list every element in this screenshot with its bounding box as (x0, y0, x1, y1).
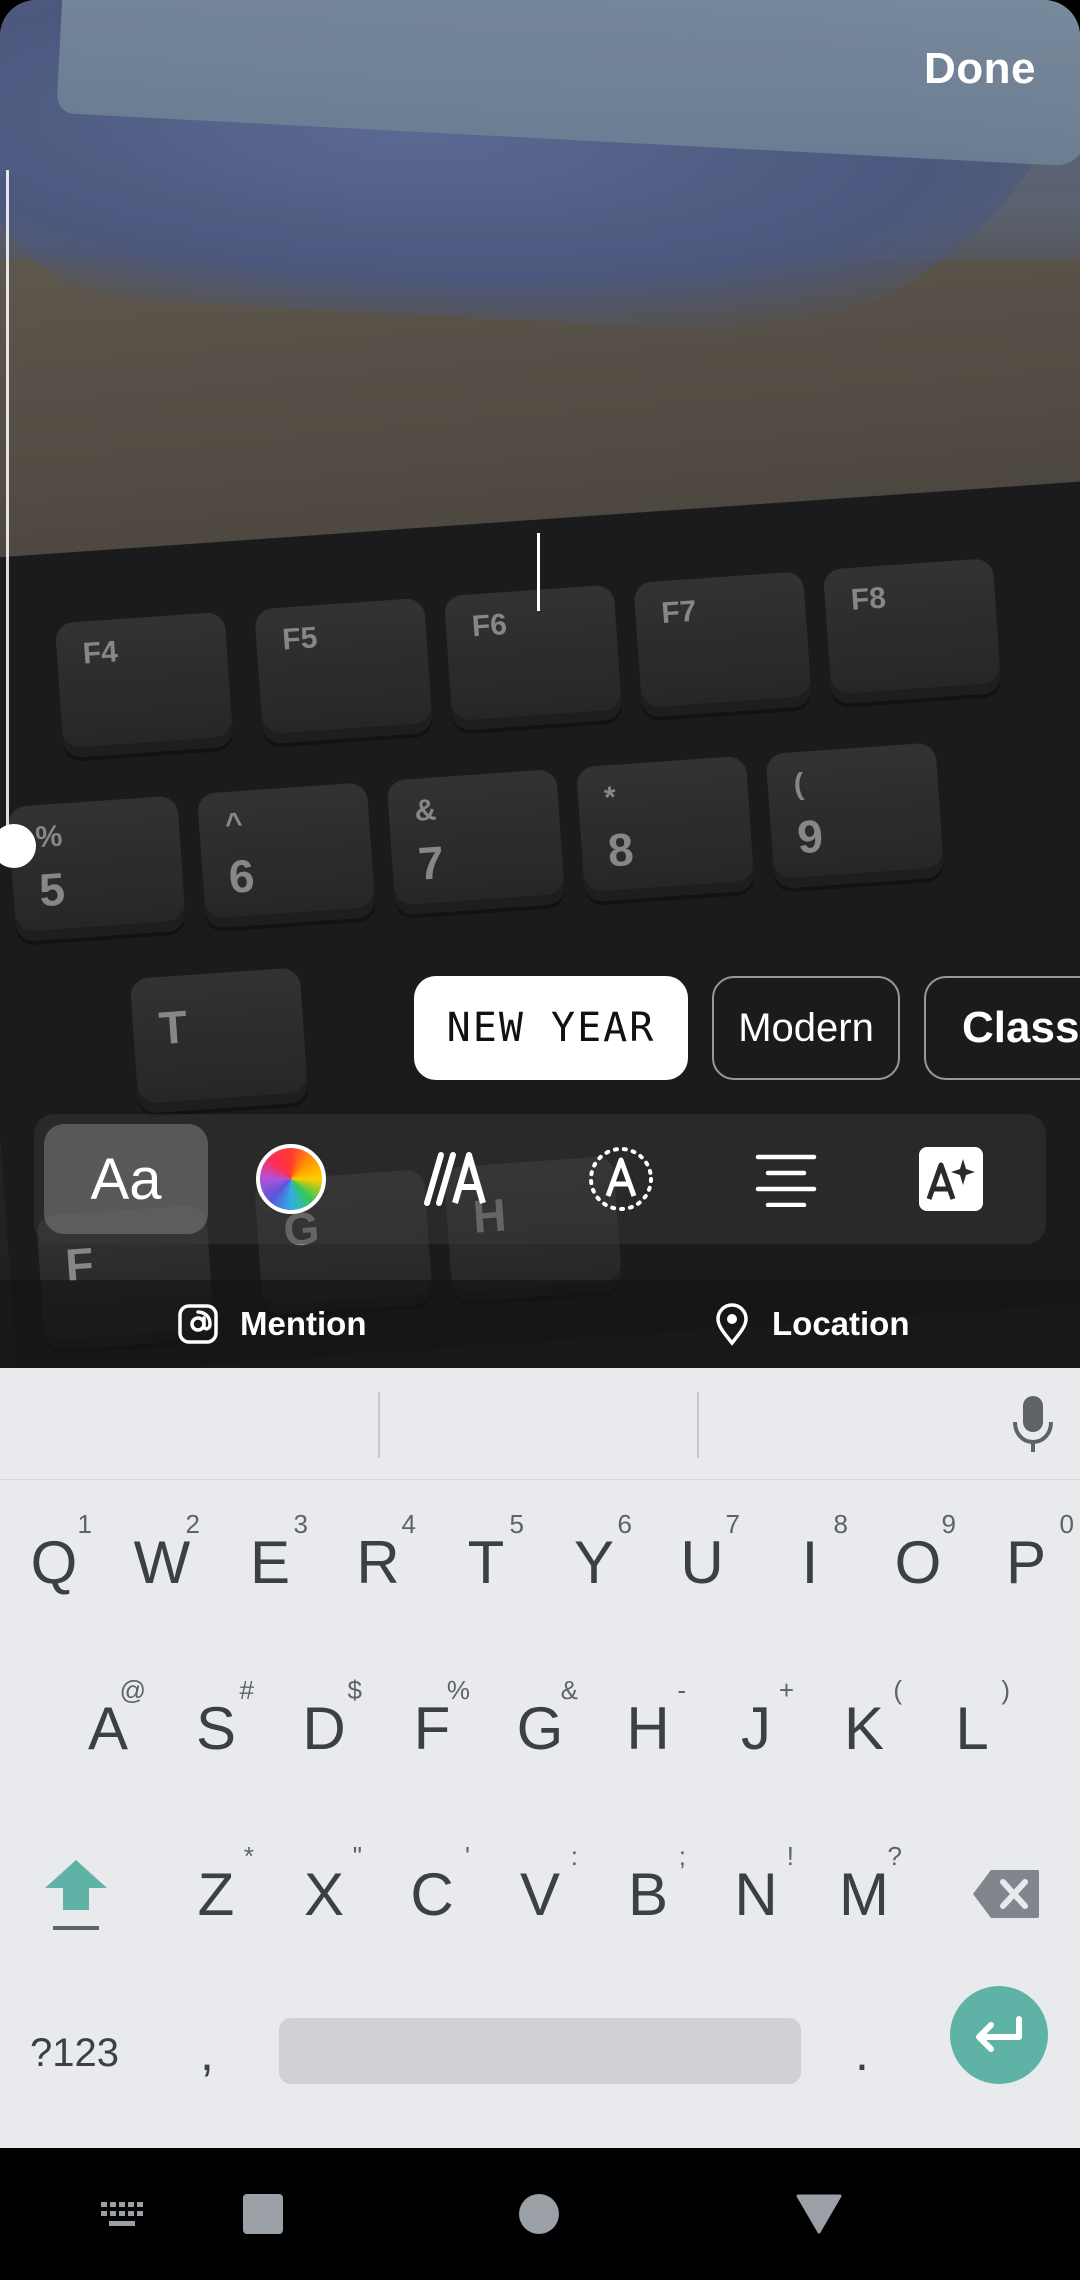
key-k[interactable]: K( (810, 1653, 918, 1803)
text-effect-button[interactable] (374, 1124, 538, 1234)
sticker-tag-bar: Mention Location (0, 1280, 1080, 1368)
keyboard-icon (101, 2202, 143, 2226)
backspace-icon (973, 1870, 1039, 1918)
mention-at-icon (178, 1304, 218, 1344)
key-i[interactable]: I8 (756, 1487, 864, 1637)
font-pill-new-year[interactable]: NEW YEAR (414, 976, 688, 1080)
key-m[interactable]: M? (810, 1819, 918, 1969)
font-pill-modern[interactable]: Modern (712, 976, 900, 1080)
key-f[interactable]: F% (378, 1653, 486, 1803)
text-size-slider[interactable] (0, 170, 36, 868)
key-o[interactable]: O9 (864, 1487, 972, 1637)
suggestion-strip (0, 1368, 1080, 1480)
key-e[interactable]: E3 (216, 1487, 324, 1637)
shift-arrow-icon (45, 1860, 107, 1910)
suggestion-divider (697, 1392, 699, 1458)
key-t[interactable]: T5 (432, 1487, 540, 1637)
soft-keyboard: Q1 W2 E3 R4 T5 Y6 U7 I8 O9 P0 A @ S # D $ F… (0, 1368, 1080, 2148)
key-n[interactable]: N! (702, 1819, 810, 1969)
key-p[interactable]: P0 (972, 1487, 1080, 1637)
key-d[interactable]: D $ (270, 1653, 378, 1803)
font-style-selector: NEW YEAR Modern Classic (0, 976, 1080, 1082)
key-b[interactable]: B; (594, 1819, 702, 1969)
color-button[interactable] (209, 1124, 373, 1234)
home-button[interactable] (516, 2148, 562, 2280)
backspace-key[interactable] (958, 1819, 1054, 1969)
mention-button[interactable]: Mention (178, 1280, 366, 1368)
key-l[interactable]: L) (918, 1653, 1026, 1803)
text-alignment-button[interactable] (704, 1124, 868, 1234)
key-j[interactable]: J + (702, 1653, 810, 1803)
done-button[interactable]: Done (924, 44, 1036, 94)
key-r[interactable]: R4 (324, 1487, 432, 1637)
key-w[interactable]: W2 (108, 1487, 216, 1637)
recents-square-icon (243, 2194, 283, 2234)
back-button[interactable] (794, 2148, 844, 2280)
key-v[interactable]: V: (486, 1819, 594, 1969)
symbols-key[interactable]: ?123 (30, 1998, 119, 2108)
font-pill-classic[interactable]: Classic (924, 976, 1080, 1080)
key-u[interactable]: U7 (648, 1487, 756, 1637)
system-navigation-bar (0, 2148, 1080, 2280)
text-tools-toolbar: Aa (34, 1114, 1046, 1244)
key-z[interactable]: Z * (162, 1819, 270, 1969)
text-animation-button[interactable] (539, 1124, 703, 1234)
location-label: Location (772, 1305, 910, 1342)
text-effect-icon (424, 1152, 486, 1206)
ai-text-button[interactable] (869, 1124, 1033, 1234)
voice-input-button[interactable] (1010, 1394, 1056, 1461)
font-aa-icon: Aa (90, 1146, 162, 1212)
location-pin-icon (716, 1303, 748, 1346)
caps-indicator (53, 1926, 99, 1930)
key-h[interactable]: H- (594, 1653, 702, 1803)
suggestion-divider (378, 1392, 380, 1458)
location-button[interactable]: Location (714, 1280, 910, 1368)
color-wheel-icon (256, 1144, 326, 1214)
key-g[interactable]: G & (486, 1653, 594, 1803)
shift-key[interactable] (28, 1819, 124, 1969)
mention-label: Mention (240, 1305, 367, 1342)
key-x[interactable]: X " (270, 1819, 378, 1969)
text-animation-icon (589, 1147, 653, 1211)
key-a[interactable]: A @ (54, 1653, 162, 1803)
key-y[interactable]: Y6 (540, 1487, 648, 1637)
story-photo-canvas[interactable]: F4 F5 F6 F7 F8 % 5 ^ 6 & 7 * 8 (9 T G H F Do… (0, 0, 1080, 1368)
key-q[interactable]: Q1 (0, 1487, 108, 1637)
align-center-icon (755, 1154, 817, 1207)
text-input-caret[interactable] (537, 533, 540, 611)
period-key[interactable]: . (855, 1998, 869, 2108)
text-style-button[interactable]: Aa (44, 1124, 208, 1234)
enter-arrow-icon (976, 2016, 1022, 2052)
recents-button[interactable] (238, 2148, 288, 2280)
key-c[interactable]: C ' (378, 1819, 486, 1969)
keyboard-switch-button[interactable] (92, 2148, 152, 2280)
space-bar[interactable] (279, 2018, 801, 2084)
enter-key[interactable] (950, 1986, 1048, 2084)
back-triangle-icon (796, 2194, 842, 2234)
home-circle-icon (519, 2194, 559, 2234)
key-s[interactable]: S # (162, 1653, 270, 1803)
ai-sparkle-text-icon (919, 1147, 983, 1211)
comma-key[interactable]: , (200, 1998, 214, 2108)
microphone-icon (1013, 1396, 1053, 1452)
